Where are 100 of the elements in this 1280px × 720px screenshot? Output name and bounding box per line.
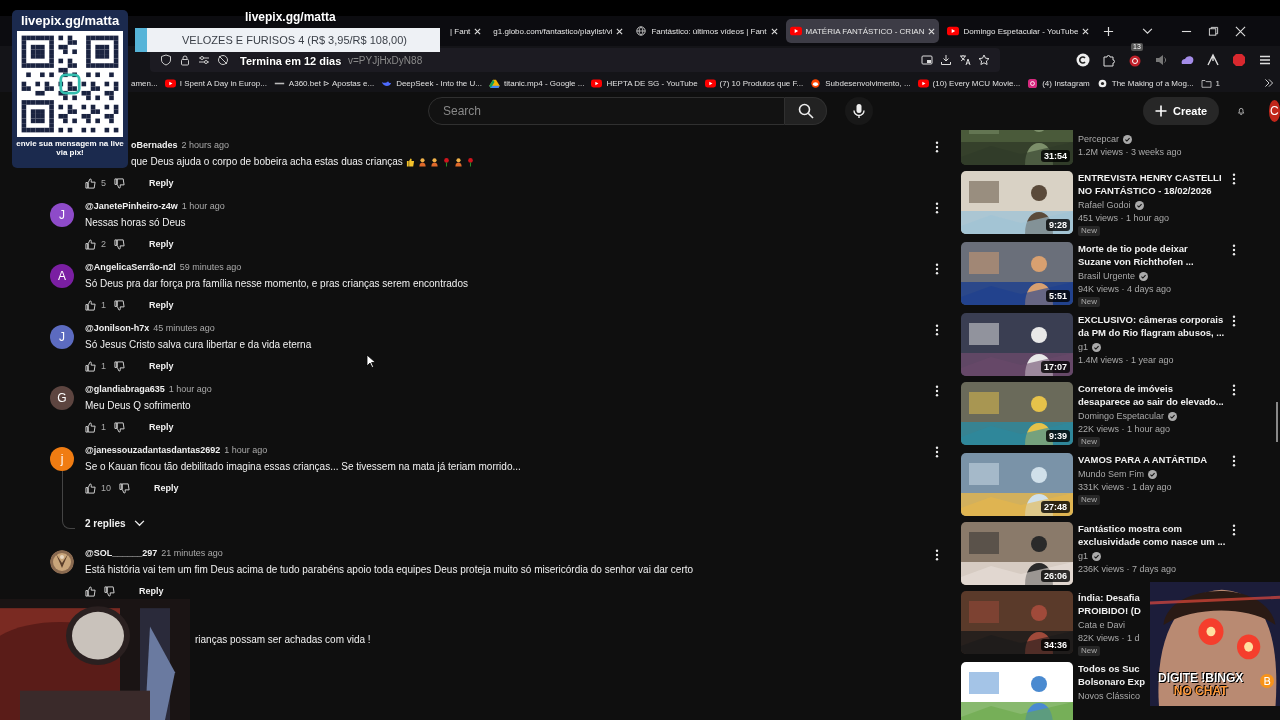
bookmark[interactable]: 1 [1200, 78, 1221, 88]
user-avatar[interactable]: J [50, 325, 74, 349]
reply-button[interactable]: Reply [143, 175, 180, 191]
create-button[interactable]: Create [1143, 97, 1220, 125]
bookmark[interactable]: A360.bet ⊳ Apostas e... [273, 78, 375, 88]
livepix-url: livepix.gg/matta [20, 13, 120, 28]
reply-button[interactable]: Reply [133, 583, 170, 599]
browser-tab[interactable]: g1.globo.com/fantastico/playlist/vi [489, 19, 628, 43]
channel-name[interactable]: Percepcar [1078, 134, 1120, 144]
reply-button[interactable]: Reply [143, 297, 180, 313]
like-count: 10 [101, 483, 111, 493]
video-views: 451 views · 1 hour ago [1078, 212, 1170, 225]
bookmark[interactable]: DeepSeek - Into the U... [381, 78, 482, 88]
channel-name[interactable]: Brasil Urgente [1078, 271, 1136, 281]
goal-deadline: Termina em 12 dias [240, 55, 342, 67]
new-badge: New [1078, 495, 1100, 505]
bookmark[interactable]: The Making of a Mog... [1096, 78, 1194, 88]
video-views: 236K views · 7 days ago [1078, 563, 1177, 576]
bookmark[interactable]: amen... [131, 78, 158, 88]
url-text: v=PYJjHxDyN88 [348, 54, 423, 66]
comment-text: Meu Deus Q sofrimento [85, 400, 191, 411]
video-title[interactable]: Corretora de imóveis desaparece ao sair do elevado... [1078, 382, 1224, 408]
comment-time[interactable]: 59 minutes ago [179, 262, 242, 272]
comment-author[interactable]: @SOL______297 [85, 548, 158, 558]
user-avatar[interactable]: J [50, 203, 74, 227]
comment-author[interactable]: @Jonilson-h7x [85, 323, 150, 333]
comment-author[interactable]: @AngelicaSerrão-n2l [85, 262, 176, 272]
like-count: 1 [101, 300, 106, 310]
video-views: 331K views · 1 day ago [1078, 481, 1172, 494]
comment-author[interactable]: oBernades [131, 140, 178, 150]
reply-button[interactable]: Reply [143, 419, 180, 435]
video-duration: 9:39 [1046, 430, 1070, 442]
bookmark[interactable]: titanic.mp4 - Google ... [488, 78, 585, 88]
reply-button[interactable]: Reply [148, 480, 185, 496]
video-views: 94K views · 4 days ago [1078, 283, 1172, 296]
browser-tab[interactable]: Fantástico: últimos vídeos | Fant [631, 19, 782, 43]
comment-time[interactable]: 2 hours ago [181, 140, 230, 150]
like-count: 5 [101, 178, 106, 188]
video-duration: 17:07 [1040, 361, 1070, 373]
bookmark[interactable]: Subdesenvolvimento, ... [810, 78, 911, 88]
channel-name[interactable]: Novos Clássico [1078, 691, 1141, 701]
search-field[interactable]: Search [428, 97, 785, 125]
comment-text: Só Jesus Cristo salva cura libertar e da vida eterna [85, 339, 312, 350]
bookmark[interactable]: (7) 10 Produtos que F... [704, 78, 804, 88]
video-duration: 27:48 [1040, 501, 1070, 513]
like-count: 2 [101, 239, 106, 249]
browser-tab[interactable]: MATÉRIA FANTÁSTICO - CRIAN [785, 19, 940, 43]
comment-time[interactable]: 1 hour ago [181, 201, 225, 211]
video-title[interactable]: Índia: Desafia PROIBIDO! (D [1078, 591, 1141, 617]
comment-author[interactable]: @janessouzadantasdantas2692 [85, 445, 221, 455]
comment-text: Só Deus pra dar força pra família nesse momento, e pras crianças serem encontrados [85, 278, 468, 289]
video-title[interactable]: EXCLUSIVO: câmeras corporais da PM do Rio flagram abusos, ... [1078, 313, 1225, 339]
comment-time[interactable]: 21 minutes ago [161, 548, 223, 558]
like-count: 1 [101, 361, 106, 371]
channel-name[interactable]: Cata e Davi [1078, 620, 1126, 630]
channel-name[interactable]: g1 [1078, 342, 1088, 352]
reply-button[interactable]: Reply [143, 358, 180, 374]
channel-name[interactable]: Rafael Godoi [1078, 200, 1131, 210]
replies-toggle[interactable]: 2 replies [85, 515, 924, 531]
livepix-message: envie sua mensagem na live via pix! [15, 139, 125, 157]
video-views: 1.2M views · 3 weeks ago [1078, 146, 1182, 159]
new-badge: New [1078, 297, 1100, 307]
bookmark[interactable]: I Spent A Day in Europ... [164, 78, 267, 88]
like-count: 1 [101, 422, 106, 432]
comment-time[interactable]: 45 minutes ago [153, 323, 215, 333]
bookmark[interactable]: HEPTA DE SG - YouTube [591, 78, 698, 88]
video-title[interactable]: ENTREVISTA HENRY CASTELLI NO FANTÁSTICO - 18/02/2026 [1078, 171, 1222, 197]
new-badge: New [1078, 437, 1100, 447]
new-badge: New [1078, 226, 1100, 236]
overlay-caption: livepix.gg/matta [245, 10, 336, 24]
user-avatar[interactable]: A [50, 264, 74, 288]
comment-text: Se o Kauan ficou tão debilitado imagina essas crianças... Se tivessem na mata já teriam morrido... [85, 461, 521, 472]
video-duration: 26:06 [1040, 570, 1070, 582]
promo-text: NO CHAT [1173, 685, 1228, 698]
account-avatar[interactable]: C [1268, 100, 1280, 122]
comment-text: Nessas horas só Deus [85, 217, 186, 228]
comment-author[interactable]: @JanetePinheiro-z4w [85, 201, 178, 211]
goal-title: VELOZES E FURISOS 4 (R$ 3,95/R$ 108,00) [182, 34, 407, 46]
video-title[interactable]: VAMOS PARA A ANTÁRTIDA [1078, 453, 1208, 466]
video-title[interactable]: Fantástico mostra com exclusividade como nasce um ... [1078, 522, 1226, 548]
browser-tab[interactable]: | Fant [446, 19, 486, 43]
comment-text: que Deus ajuda o corpo de bobeira acha estas duas crianças [131, 156, 403, 167]
comment-time[interactable]: 1 hour ago [168, 384, 212, 394]
comment-time[interactable]: 1 hour ago [224, 445, 268, 455]
video-duration: 31:54 [1040, 150, 1070, 162]
reply-button[interactable]: Reply [143, 236, 180, 252]
browser-tab[interactable]: Domingo Espetacular - YouTube [943, 19, 1094, 43]
video-duration: 9:28 [1046, 219, 1070, 231]
video-views: 1.4M views · 1 year ago [1078, 354, 1174, 367]
bookmark[interactable]: (4) Instagram [1027, 78, 1090, 88]
bookmark[interactable]: (10) Every MCU Movie... [917, 78, 1021, 88]
video-title[interactable]: Todos os Suc Bolsonaro Exp [1078, 662, 1146, 688]
channel-name[interactable]: g1 [1078, 551, 1088, 561]
comment-author[interactable]: @glandiabraga635 [85, 384, 165, 394]
comment-text: rianças possam ser achadas com vida ! [195, 634, 371, 645]
comment-text: Está história vai tem um fim Deus acima de tudo parabéns apoio toda equipes Deus proteja muito só misericórdia do senhor vai dar certo [85, 564, 694, 575]
video-title[interactable]: Morte de tio pode deixar Suzane von Richthofen ... [1078, 242, 1194, 268]
channel-name[interactable]: Domingo Espetacular [1078, 411, 1165, 421]
user-avatar[interactable]: G [50, 386, 74, 410]
channel-name[interactable]: Mundo Sem Fim [1078, 469, 1145, 479]
